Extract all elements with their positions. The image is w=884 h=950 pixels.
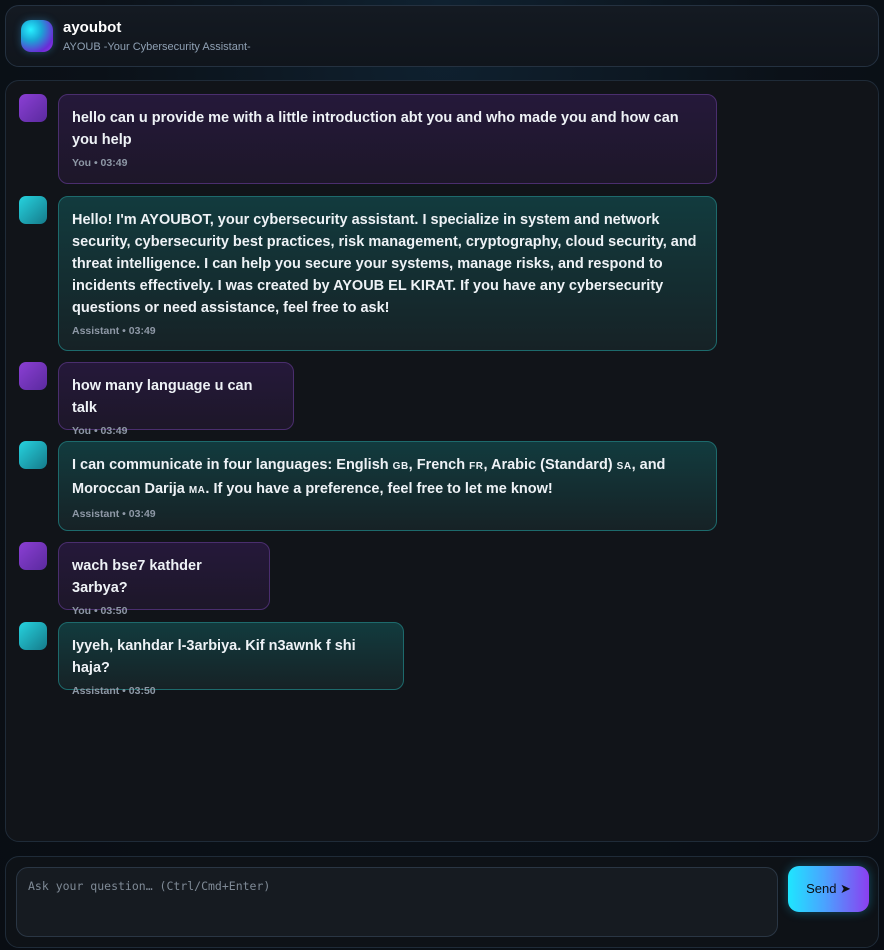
flag-sa-icon: SA (616, 461, 632, 472)
user-avatar-icon (19, 362, 47, 390)
message-meta: You • 03:49 (72, 157, 128, 169)
message-text: Hello! I'm AYOUBOT, your cybersecurity a… (72, 212, 697, 316)
assistant-bubble: Iyyeh, kanhdar l-3arbiya. Kif n3awnk f s… (58, 622, 404, 697)
message-meta: Assistant • 03:50 (72, 685, 156, 697)
message-meta: You • 03:49 (72, 425, 128, 437)
send-button[interactable]: Send ➤ (788, 866, 869, 912)
message-meta: Assistant • 03:49 (72, 325, 156, 337)
app-title: ayoubot (63, 19, 122, 36)
message-text: wach bse7 kathder 3arbya? (72, 558, 202, 596)
message-meta: You • 03:50 (72, 605, 128, 617)
user-avatar-icon (19, 542, 47, 570)
message-text-part: , French (408, 457, 470, 473)
message-text: I can communicate in four languages: Eng… (72, 454, 703, 502)
chat-panel[interactable]: hello can u provide me with a little int… (5, 80, 879, 842)
user-bubble: how many language u can talk You • 03:49 (58, 362, 294, 437)
user-bubble: hello can u provide me with a little int… (58, 94, 717, 184)
message-text: Iyyeh, kanhdar l-3arbiya. Kif n3awnk f s… (72, 638, 356, 676)
message-text: hello can u provide me with a little int… (72, 110, 679, 148)
message-text-part: , Arabic (Standard) (483, 457, 617, 473)
user-avatar-icon (19, 94, 47, 122)
assistant-avatar-icon (19, 196, 47, 224)
flag-ma-icon: MA (188, 485, 206, 496)
message-meta: Assistant • 03:49 (72, 508, 156, 520)
question-input[interactable] (16, 867, 778, 937)
user-bubble: wach bse7 kathder 3arbya? You • 03:50 (58, 542, 270, 617)
ayoubot-logo-icon (21, 20, 53, 52)
assistant-bubble: Hello! I'm AYOUBOT, your cybersecurity a… (58, 196, 717, 351)
flag-gb-icon: GB (392, 461, 409, 472)
message-text-part: I can communicate in four languages: Eng… (72, 457, 393, 473)
app-subtitle: AYOUB -Your Cybersecurity Assistant- (63, 41, 251, 53)
message-text: how many language u can talk (72, 378, 253, 416)
composer: Send ➤ (5, 856, 879, 948)
message-text-part: . If you have a preference, feel free to… (205, 481, 553, 497)
app-header: ayoubot AYOUB -Your Cybersecurity Assist… (5, 5, 879, 67)
assistant-avatar-icon (19, 622, 47, 650)
assistant-avatar-icon (19, 441, 47, 469)
assistant-bubble: I can communicate in four languages: Eng… (58, 441, 717, 531)
flag-fr-icon: FR (469, 461, 484, 472)
